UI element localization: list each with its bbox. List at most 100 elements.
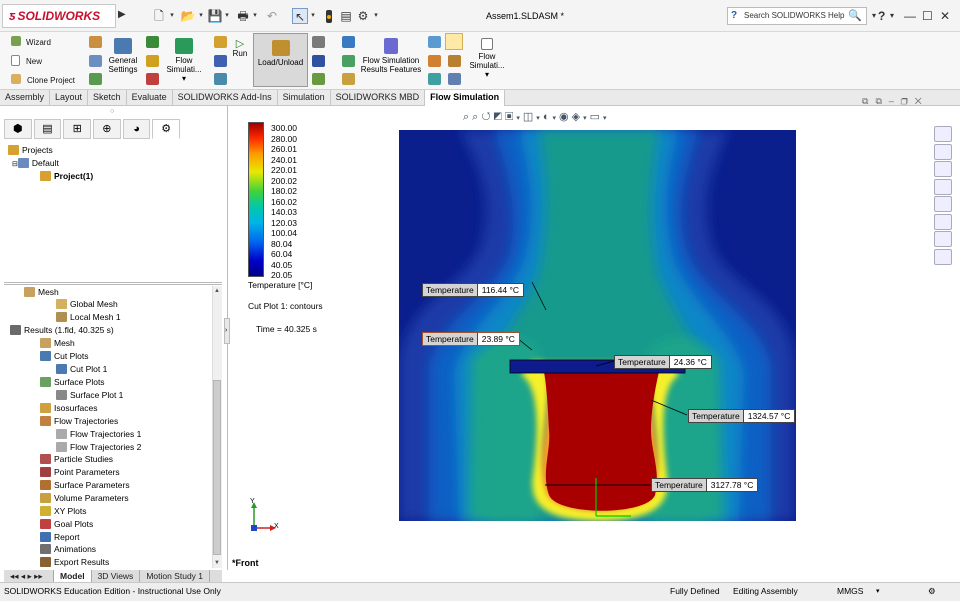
help-search-input[interactable]: ? Search SOLIDWORKS Help 🔍 xyxy=(727,7,867,25)
new-document-icon[interactable]: 🗋 xyxy=(152,8,166,24)
cut-plot-contours[interactable] xyxy=(399,130,796,521)
chevron-down-icon[interactable]: ▾ xyxy=(872,11,876,20)
cut-plot-icon[interactable] xyxy=(342,36,355,50)
custom-properties-icon[interactable] xyxy=(934,231,952,247)
tab-3d-views[interactable]: 3D Views xyxy=(92,570,141,582)
feature-manager-tab-icon[interactable]: ⬢ xyxy=(4,119,32,139)
tab-motion-study[interactable]: Motion Study 1 xyxy=(140,570,211,582)
restore-down-icon[interactable]: ⧉ xyxy=(862,96,875,106)
undo-icon[interactable]: ↶ xyxy=(264,8,280,24)
calc-control-icon[interactable] xyxy=(214,55,227,69)
view-orientation-icon[interactable]: ◫ xyxy=(523,111,536,123)
flow-simulation-tools-button[interactable]: Flow Simulati... ▾ xyxy=(467,38,507,79)
tile-icon[interactable]: ⧉ xyxy=(875,96,888,106)
monitor-icon[interactable]: ▭ xyxy=(590,111,603,123)
chevron-down-icon[interactable]: ▾ xyxy=(876,583,880,600)
minimize-icon[interactable]: — xyxy=(904,9,916,23)
probe-callout[interactable]: Temperature 1324.57 °C xyxy=(688,409,796,423)
scroll-arrows[interactable]: ◂◂ ◂ ▸ ▸▸ xyxy=(4,570,54,582)
probe-callout[interactable]: Temperature 3127.78 °C xyxy=(651,478,759,492)
panel-splitter[interactable] xyxy=(4,282,222,285)
results-tool-icon[interactable] xyxy=(312,36,325,50)
resources-icon[interactable] xyxy=(934,143,952,160)
customize-status-icon[interactable]: ⚙ xyxy=(928,583,936,600)
tree-global-mesh[interactable]: Global Mesh xyxy=(56,298,118,311)
design-library-icon[interactable] xyxy=(934,161,952,177)
surface-plot-icon[interactable] xyxy=(342,55,355,69)
solver-icon[interactable] xyxy=(214,73,227,87)
tab-sketch[interactable]: Sketch xyxy=(88,90,127,106)
probe-callout[interactable]: Temperature 23.89 °C xyxy=(422,332,520,346)
tree-surface-plot1[interactable]: Surface Plot 1 xyxy=(56,389,123,402)
property-manager-tab-icon[interactable]: ▤ xyxy=(33,119,62,139)
tree-mesh[interactable]: Mesh xyxy=(24,286,59,299)
help-menu-icon[interactable]: ? xyxy=(878,9,885,23)
tree-goal-plots[interactable]: Goal Plots xyxy=(40,518,93,531)
zoom-to-fit-icon[interactable]: ⌕ xyxy=(463,111,472,123)
close-icon[interactable]: ✕ xyxy=(940,9,950,23)
trajectory-icon[interactable] xyxy=(428,55,441,69)
open-folder-icon[interactable]: 📂 xyxy=(180,8,196,24)
tab-simulation[interactable]: Simulation xyxy=(278,90,331,106)
tree-project1[interactable]: Project(1) xyxy=(40,170,93,183)
tree-cut-plots[interactable]: Cut Plots xyxy=(40,350,89,363)
point-params-icon[interactable] xyxy=(342,73,355,87)
chevron-down-icon[interactable]: ▾ xyxy=(197,8,205,24)
tree-volume-params[interactable]: Volume Parameters xyxy=(40,492,129,505)
tree-projects[interactable]: Projects xyxy=(8,144,53,157)
solidworks-logo[interactable]: ƽ SOLIDWORKS xyxy=(2,4,116,28)
heads-up-view-toolbar[interactable]: ⌕⌕↺◩▣▾◫▾◐▾◉◈▾▭▾ xyxy=(463,110,610,124)
tree-surface-plots[interactable]: Surface Plots xyxy=(40,376,105,389)
results-save-icon[interactable] xyxy=(312,55,325,69)
traffic-light-icon[interactable] xyxy=(322,8,336,24)
select-arrow-icon[interactable]: ↖ xyxy=(292,8,308,24)
chevron-down-icon[interactable]: ▾ xyxy=(168,8,176,24)
tab-flow-simulation[interactable]: Flow Simulation xyxy=(425,90,506,106)
scroll-down-icon[interactable]: ▼ xyxy=(214,560,220,566)
tree-animations[interactable]: Animations xyxy=(40,543,96,556)
tree-flow-trajectories[interactable]: Flow Trajectories xyxy=(40,415,118,428)
tree-point-params[interactable]: Point Parameters xyxy=(40,466,120,479)
goal-icon[interactable] xyxy=(146,73,159,87)
probe-callout[interactable]: Temperature 24.36 °C xyxy=(614,355,712,369)
previous-view-icon[interactable]: ↺ xyxy=(481,111,493,123)
tab-assembly[interactable]: Assembly xyxy=(0,90,51,106)
print-icon[interactable]: 🖶 xyxy=(235,8,251,24)
tab-model[interactable]: Model xyxy=(54,570,92,582)
run-button[interactable]: ▷ Run xyxy=(230,39,250,59)
hide-show-icon[interactable]: ◉ xyxy=(559,111,572,123)
tree-results[interactable]: Results (1.fld, 40.325 s) xyxy=(10,324,114,337)
xy-plot-icon[interactable] xyxy=(428,36,441,50)
tree-cut-plot1[interactable]: Cut Plot 1 xyxy=(56,363,107,376)
tab-layout[interactable]: Layout xyxy=(50,90,89,106)
tree-report[interactable]: Report xyxy=(40,531,80,544)
dynamic-annotation-icon[interactable]: ▣ xyxy=(505,111,516,123)
search-icon[interactable]: 🔍 xyxy=(848,8,862,24)
panel-collapse-icon[interactable]: ○ xyxy=(110,108,114,115)
appearances-icon[interactable] xyxy=(934,213,952,230)
project-tool-icon[interactable] xyxy=(89,55,102,69)
tree-results-mesh[interactable]: Mesh xyxy=(40,337,75,350)
mesh-icon[interactable] xyxy=(214,36,227,50)
maximize-icon[interactable]: ☐ xyxy=(922,9,933,23)
panel-toggle-icon[interactable]: › xyxy=(224,318,230,344)
project-tool-icon[interactable] xyxy=(89,36,102,50)
scroll-up-icon[interactable]: ▲ xyxy=(214,288,220,294)
chevron-down-icon[interactable]: ▾ xyxy=(223,8,231,24)
file-explorer-icon[interactable] xyxy=(934,178,952,195)
tree-particle-studies[interactable]: Particle Studies xyxy=(40,453,113,466)
file-properties-icon[interactable]: ▤ xyxy=(339,8,353,24)
flow-analysis-tab-icon[interactable]: ⚙ xyxy=(152,119,181,139)
tree-surface-params[interactable]: Surface Parameters xyxy=(40,479,130,492)
display-icon[interactable] xyxy=(448,73,461,87)
status-units[interactable]: MMGS xyxy=(837,583,863,600)
options-gear-icon[interactable]: ⚙ xyxy=(356,8,370,24)
lightbulb-toggle-icon[interactable] xyxy=(445,33,463,50)
forum-icon[interactable] xyxy=(934,248,952,265)
save-icon[interactable]: 💾 xyxy=(207,8,223,24)
project-tool-icon[interactable] xyxy=(89,73,102,87)
chevron-down-icon[interactable]: ▾ xyxy=(890,11,894,20)
probe-callout[interactable]: Temperature 116.44 °C xyxy=(422,283,524,297)
view-palette-icon[interactable] xyxy=(934,196,952,212)
tree-local-mesh[interactable]: Local Mesh 1 xyxy=(56,311,121,324)
